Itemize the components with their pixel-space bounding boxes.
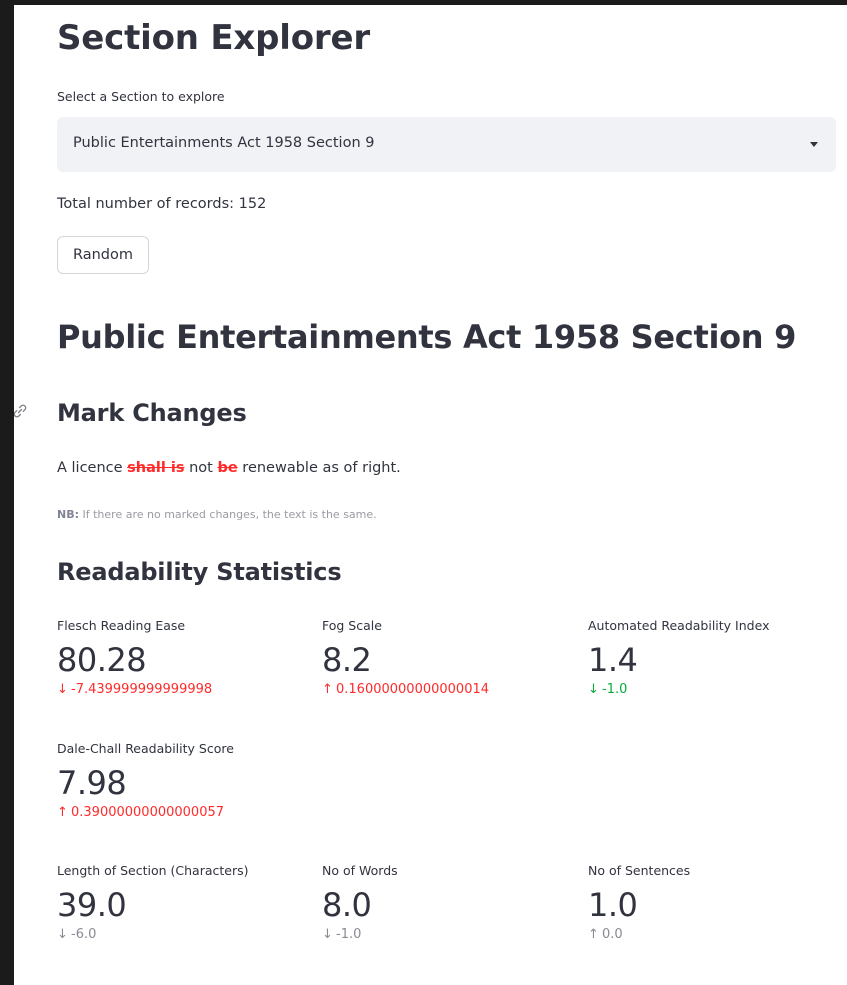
arrow-up-icon: ↑ xyxy=(588,927,599,942)
metric-value: 8.0 xyxy=(322,886,372,924)
page-title: Section Explorer xyxy=(57,18,370,58)
metric-no-of-sentences: No of Sentences 1.0 ↑ 0.0 xyxy=(588,863,690,942)
metric-delta: ↑ 0.39000000000000057 xyxy=(57,805,225,820)
metric-label: No of Sentences xyxy=(588,863,691,878)
metric-label: Length of Section (Characters) xyxy=(57,863,249,878)
metric-delta: ↓ -7.439999999999998 xyxy=(57,682,213,697)
mark-changes-heading: Mark Changes xyxy=(57,399,247,427)
total-records-text: Total number of records: 152 xyxy=(57,196,267,212)
text-before: A licence xyxy=(57,460,128,476)
section-select-value: Public Entertainments Act 1958 Section 9 xyxy=(73,135,375,151)
metric-value: 8.2 xyxy=(322,641,372,679)
metric-dale-chall-readability-score: Dale-Chall Readability Score 7.98 ↑ 0.390… xyxy=(57,741,234,820)
arrow-down-icon: ↓ xyxy=(588,682,599,697)
metric-label: No of Words xyxy=(322,863,398,878)
metric-label: Dale-Chall Readability Score xyxy=(57,741,234,756)
text-after: renewable as of right. xyxy=(237,460,401,476)
metric-value: 7.98 xyxy=(57,764,127,802)
caret-down-icon[interactable] xyxy=(810,142,818,147)
metric-value: 1.0 xyxy=(588,886,638,924)
main-content: Section Explorer Select a Section to exp… xyxy=(14,5,847,985)
metric-delta: ↓ -1.0 xyxy=(322,927,362,942)
nb-note: NB: If there are no marked changes, the … xyxy=(57,508,377,521)
metric-label: Automated Readability Index xyxy=(588,618,770,633)
metric-delta: ↓ -6.0 xyxy=(57,927,97,942)
metric-value: 39.0 xyxy=(57,886,127,924)
removed-text-shall-is: shall is xyxy=(127,460,185,476)
metric-fog-scale: Fog Scale 8.2 ↑ 0.16000000000000014 xyxy=(322,618,489,697)
window-frame-left xyxy=(0,0,14,985)
metric-delta: ↓ -1.0 xyxy=(588,682,628,697)
section-select[interactable]: Public Entertainments Act 1958 Section 9 xyxy=(57,117,836,172)
metric-value: 1.4 xyxy=(588,641,638,679)
link-icon[interactable] xyxy=(14,403,28,419)
metric-flesch-reading-ease: Flesch Reading Ease 80.28 ↓ -7.4399999999… xyxy=(57,618,212,697)
removed-text-be: be xyxy=(217,460,238,476)
arrow-down-icon: ↓ xyxy=(322,927,333,942)
arrow-down-icon: ↓ xyxy=(57,682,68,697)
metric-length-of-section: Length of Section (Characters) 39.0 ↓ -6.… xyxy=(57,863,249,942)
arrow-down-icon: ↓ xyxy=(57,927,68,942)
nb-text: If there are no marked changes, the text… xyxy=(79,508,377,521)
metric-no-of-words: No of Words 8.0 ↓ -1.0 xyxy=(322,863,398,942)
text-mid: not xyxy=(184,460,218,476)
random-button[interactable]: Random xyxy=(57,236,149,274)
select-label: Select a Section to explore xyxy=(57,89,225,104)
section-heading: Public Entertainments Act 1958 Section 9 xyxy=(57,318,797,356)
metric-automated-readability-index: Automated Readability Index 1.4 ↓ -1.0 xyxy=(588,618,769,697)
nb-label: NB: xyxy=(57,508,79,521)
metric-delta: ↑ 0.0 xyxy=(588,927,623,942)
metric-value: 80.28 xyxy=(57,641,147,679)
metric-delta: ↑ 0.16000000000000014 xyxy=(322,682,490,697)
arrow-up-icon: ↑ xyxy=(57,805,68,820)
metric-label: Flesch Reading Ease xyxy=(57,618,186,633)
readability-heading: Readability Statistics xyxy=(57,558,342,586)
arrow-up-icon: ↑ xyxy=(322,682,333,697)
metric-label: Fog Scale xyxy=(322,618,382,633)
mark-changes-text: A licence shall is not be renewable as o… xyxy=(57,460,401,476)
